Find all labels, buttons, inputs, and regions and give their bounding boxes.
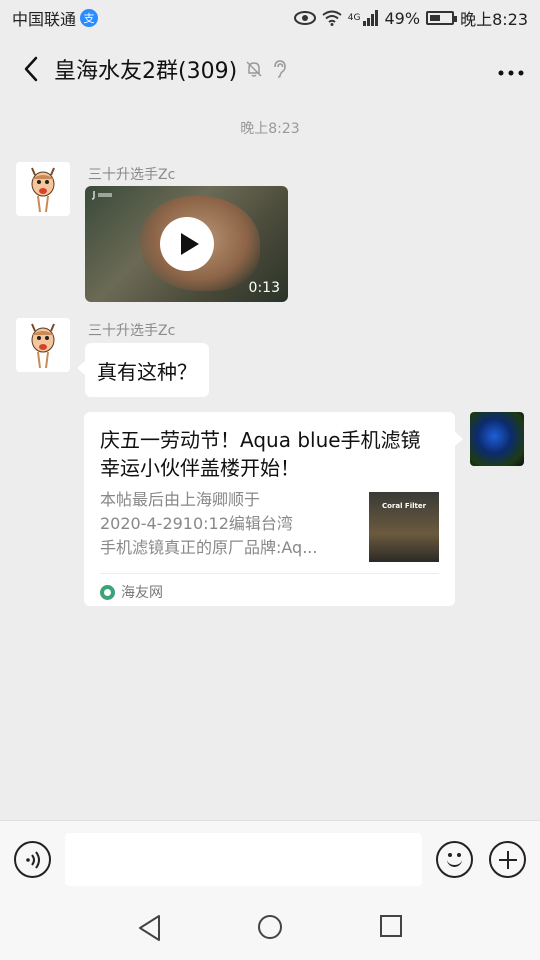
link-description: 本帖最后由上海卿顺于 2020-4-2910:12编辑台湾 手机滤镜真正的原厂品…: [100, 490, 318, 557]
back-button[interactable]: [16, 54, 46, 84]
play-icon: [180, 233, 199, 255]
signal-icon: [362, 10, 378, 26]
message-text: 真有这种？: [97, 359, 197, 384]
wifi-icon: [322, 10, 342, 26]
emoji-button[interactable]: [436, 841, 473, 878]
back-icon: [24, 56, 38, 82]
cartoon-avatar-icon: [16, 162, 70, 216]
self-avatar[interactable]: [470, 412, 524, 466]
nav-home-icon[interactable]: [258, 915, 282, 939]
voice-icon: [25, 850, 40, 869]
system-nav-bar: [0, 898, 540, 960]
sender-avatar[interactable]: [16, 318, 70, 372]
input-bar: [0, 820, 540, 898]
status-time: 晚上8:23: [460, 10, 528, 29]
text-message-bubble[interactable]: 真有这种？: [77, 343, 209, 397]
message-time-label: 晚上8:23: [240, 121, 300, 137]
plus-icon: [498, 850, 517, 869]
cartoon-avatar-icon: [16, 318, 70, 372]
carrier-label: 中国联通: [12, 10, 77, 29]
link-thumbnail: Coral Filter: [369, 492, 439, 562]
play-button[interactable]: [160, 217, 214, 271]
sender-name: 三十升选手Zc: [88, 167, 176, 183]
mute-bell-icon: [246, 61, 262, 77]
video-message[interactable]: 0:13: [85, 186, 288, 302]
voice-input-button[interactable]: [14, 841, 51, 878]
eye-icon: [293, 11, 316, 25]
battery-percent: 49%: [384, 8, 421, 28]
nav-recent-apps-icon[interactable]: [380, 915, 402, 937]
sender-avatar[interactable]: [16, 162, 70, 216]
thumbnail-label: Coral Filter: [381, 502, 427, 510]
battery-icon: [426, 11, 458, 25]
source-logo-icon: [100, 584, 115, 600]
ear-icon: [274, 60, 286, 78]
more-options-button[interactable]: [498, 57, 524, 82]
alipay-badge-icon: 支: [80, 9, 99, 27]
network-type-label: 4G: [347, 13, 361, 23]
nav-back-icon[interactable]: [137, 914, 163, 942]
source-name: 海友网: [121, 585, 163, 601]
status-bar: 中国联通 支 4G 49% 晚上8:23: [0, 0, 540, 36]
link-body: 本帖最后由上海卿顺于 2020-4-2910:12编辑台湾 手机滤镜真正的原厂品…: [100, 488, 439, 562]
link-title: 庆五一劳动节！Aqua blue手机滤镜幸运小伙伴盖楼开始！: [100, 428, 421, 480]
status-right: 4G 49% 晚上8:23: [293, 6, 528, 30]
sender-name: 三十升选手Zc: [88, 323, 176, 339]
video-duration: 0:13: [248, 280, 280, 296]
chat-title: 皇海水友2群(309): [54, 59, 238, 84]
chat-header: 皇海水友2群(309): [0, 36, 540, 102]
link-card-message[interactable]: 庆五一劳动节！Aqua blue手机滤镜幸运小伙伴盖楼开始！ 本帖最后由上海卿顺…: [84, 412, 463, 606]
message-input[interactable]: [65, 833, 422, 886]
link-divider: [100, 573, 439, 574]
tiktok-logo-icon: [91, 191, 112, 200]
status-left: 中国联通 支: [12, 6, 99, 30]
more-functions-button[interactable]: [489, 841, 526, 878]
link-source: 海友网: [100, 582, 163, 602]
more-icon: [498, 70, 524, 75]
